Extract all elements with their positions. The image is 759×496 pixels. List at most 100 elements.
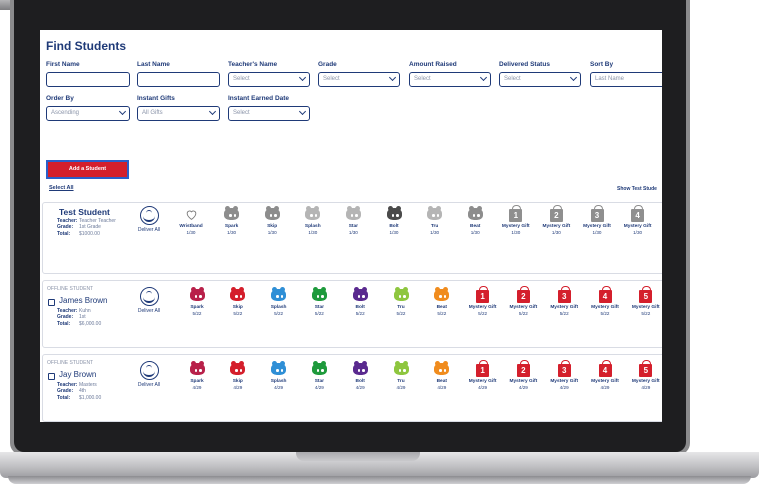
prize-item[interactable]: Spark 1/30 [216,206,248,235]
deliver-all-button[interactable]: Deliver All [129,206,169,233]
meta-grade-value: 4th [79,388,86,395]
deliver-all-label: Deliver All [137,227,161,233]
prize-item[interactable]: 4 Mystery Gift 1/30 [622,205,654,235]
prize-item[interactable]: 5 Mystery Gift 5/22 [630,286,662,316]
prize-item[interactable]: Spark 5/22 [181,287,213,316]
prize-item[interactable]: Wristband 1/30 [175,206,207,235]
deliver-all-button[interactable]: Deliver All [129,361,169,388]
prize-item[interactable]: 5 Mystery Gift 4/29 [630,360,662,390]
add-student-button[interactable]: Add a Student [46,160,129,179]
first-name-input[interactable] [46,72,130,87]
prize-item[interactable]: Bolt 1/30 [378,206,410,235]
deliver-badge-icon [139,206,159,225]
character-body [271,287,287,301]
deliver-all-button[interactable]: Deliver All [129,287,169,314]
beat-character-icon [433,287,450,303]
instant-date-select[interactable]: Select [228,106,310,121]
grade-select[interactable]: Select [318,72,400,87]
sort-by-label: Sort By [590,61,614,68]
prize-date: 1/30 [227,230,237,235]
gift-box: 5 [639,360,653,377]
character-eyes [439,295,447,298]
character-eyes [439,369,447,372]
prize-item[interactable]: Skip 4/29 [222,361,254,390]
meta-total-value: $1,000.00 [79,394,102,401]
character-body [352,287,368,301]
gift-icon: 2 [548,205,565,222]
heart-icon [185,208,198,221]
prize-item[interactable]: Bolt 4/29 [344,361,376,390]
prize-item[interactable]: 1 Mystery Gift 5/22 [467,286,499,316]
screen: Find Students First Name Last Name Teach… [40,30,662,422]
prize-item[interactable]: Star 1/30 [337,206,369,235]
prize-date: 5/22 [396,311,406,316]
prize-name: Mystery Gift [550,379,579,384]
delivered-select-value: Select [504,76,521,82]
gift-box: 1 [476,360,490,377]
student-checkbox[interactable] [48,373,55,380]
prize-item[interactable]: 3 Mystery Gift 5/22 [548,286,580,316]
prize-item[interactable]: Bolt 5/22 [344,287,376,316]
page-title: Find Students [46,39,126,53]
prize-item[interactable]: Splash 1/30 [297,206,329,235]
character-eyes [350,214,358,217]
prize-item[interactable]: 2 Mystery Gift 1/30 [540,205,572,235]
prize-item[interactable]: 1 Mystery Gift 1/30 [500,205,532,235]
prize-item[interactable]: Skip 1/30 [256,206,288,235]
last-name-input[interactable] [137,72,220,87]
prize-item[interactable]: Skip 5/22 [222,287,254,316]
teacher-select[interactable]: Select [228,72,310,87]
gift-icon: 3 [589,205,606,222]
student-name[interactable]: Test Student [59,207,110,217]
instant-date-select-value: Select [233,110,250,116]
student-checkbox[interactable] [48,299,55,306]
prize-item[interactable]: 4 Mystery Gift 4/29 [589,360,621,390]
prize-item[interactable]: 2 Mystery Gift 4/29 [507,360,539,390]
prize-item[interactable]: Beat 1/30 [459,206,491,235]
prize-item[interactable]: Tru 5/22 [385,287,417,316]
prize-item[interactable]: Tru 1/30 [419,206,451,235]
prize-item[interactable]: 3 Mystery Gift 1/30 [581,205,613,235]
skip-character-icon [229,287,246,303]
character-eyes [357,295,365,298]
beat-character-icon [467,206,484,222]
prize-item[interactable]: Star 5/22 [303,287,335,316]
character-eyes [276,295,284,298]
prize-name: Skip [267,224,278,229]
prize-name: Spark [190,305,204,310]
prize-item[interactable]: Splash 5/22 [263,287,295,316]
character-body [434,287,450,301]
prize-name: Star [314,379,325,384]
select-all-link[interactable]: Select All [49,185,74,191]
chevron-down-icon [118,107,127,116]
instant-gifts-select[interactable]: All Gifts [137,106,220,121]
student-name[interactable]: Jay Brown [59,370,96,379]
delivered-select[interactable]: Select [499,72,581,87]
show-test-students-toggle[interactable]: Show Test Stude [617,186,657,192]
prize-item[interactable]: 4 Mystery Gift 5/22 [589,286,621,316]
prize-item[interactable]: Beat 4/29 [426,361,458,390]
prize-item[interactable]: Splash 4/29 [263,361,295,390]
beat-character-icon [433,361,450,377]
prize-date: 4/29 [600,385,610,390]
prize-item[interactable]: Beat 5/22 [426,287,458,316]
prize-item[interactable]: Tru 4/29 [385,361,417,390]
sort-by-select[interactable]: Last Name [590,72,662,87]
prize-item[interactable]: 2 Mystery Gift 5/22 [507,286,539,316]
student-name[interactable]: James Brown [59,296,107,305]
prize-item[interactable]: Star 4/29 [303,361,335,390]
order-by-select[interactable]: Ascending [46,106,130,121]
amount-select[interactable]: Select [409,72,491,87]
prize-date: 1/30 [511,230,521,235]
gift-box: 1 [476,286,490,303]
prize-name: Tru [430,224,439,229]
prize-item[interactable]: 1 Mystery Gift 4/29 [467,360,499,390]
deliver-all-label: Deliver All [137,308,161,314]
prize-date: 1/30 [308,230,318,235]
prize-item[interactable]: 3 Mystery Gift 4/29 [548,360,580,390]
star-character-icon [345,206,362,222]
student-meta: Teacher: Teacher Teacher Grade: 1st Grade To… [57,218,116,237]
prize-date: 5/22 [478,311,488,316]
skip-character-icon [264,206,281,222]
prize-item[interactable]: Spark 4/29 [181,361,213,390]
